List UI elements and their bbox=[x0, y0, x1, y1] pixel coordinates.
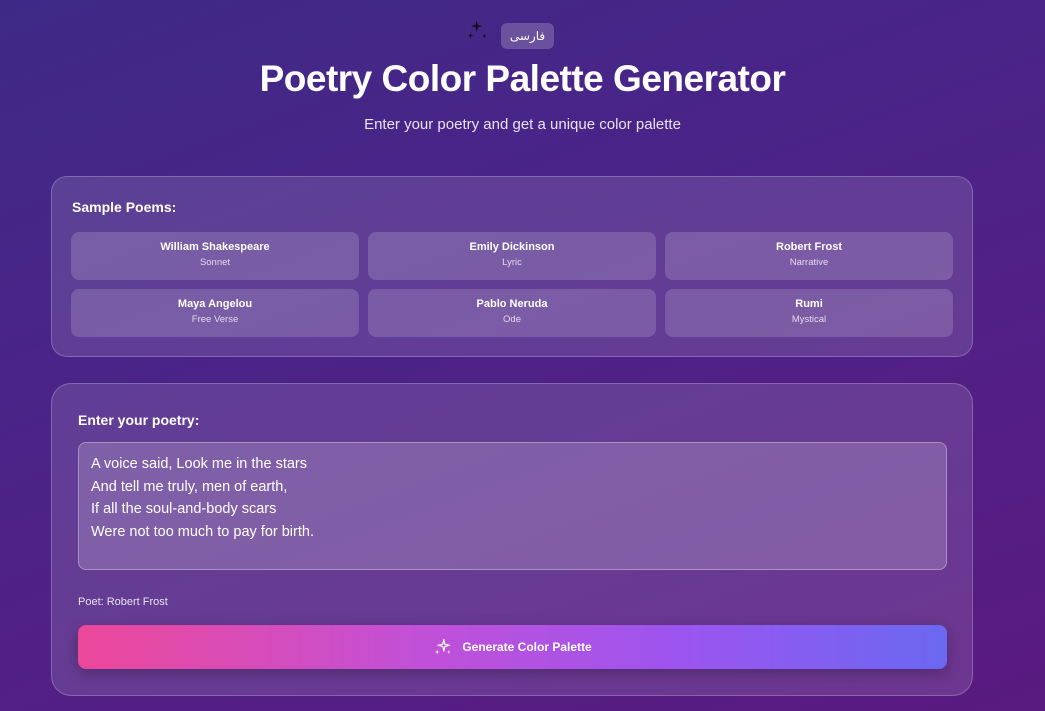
sample-poem-poet: Rumi bbox=[795, 298, 823, 310]
sample-poem-poet: Emily Dickinson bbox=[469, 241, 555, 253]
sample-poem-button[interactable]: Pablo Neruda Ode bbox=[368, 289, 656, 337]
sample-poem-poet: Maya Angelou bbox=[177, 298, 253, 310]
sample-poem-poet: Robert Frost bbox=[776, 241, 842, 253]
sparkles-icon bbox=[467, 20, 487, 39]
sample-poem-type: Sonnet bbox=[199, 257, 231, 268]
sample-poem-type: Free Verse bbox=[191, 314, 239, 325]
sample-poem-poet: William Shakespeare bbox=[160, 241, 270, 253]
page-title: Poetry Color Palette Generator bbox=[259, 58, 786, 99]
language-toggle-button[interactable]: فارسی bbox=[501, 23, 554, 49]
page-subtitle: Enter your poetry and get a unique color… bbox=[364, 116, 681, 133]
poet-label: Poet: bbox=[78, 596, 104, 608]
sparkles-icon bbox=[434, 638, 452, 655]
poetry-input-card: Enter your poetry: A voice said, Look me… bbox=[51, 383, 973, 696]
sample-poem-type: Mystical bbox=[791, 314, 827, 325]
sample-poem-button[interactable]: Emily Dickinson Lyric bbox=[368, 232, 656, 280]
sample-poem-type: Lyric bbox=[502, 257, 522, 268]
sample-poems-grid: William Shakespeare Sonnet Emily Dickins… bbox=[71, 232, 953, 337]
sample-poem-button[interactable]: Rumi Mystical bbox=[665, 289, 953, 337]
generate-button-label: Generate Color Palette bbox=[462, 640, 592, 654]
poet-attribution: Poet: Robert Frost bbox=[78, 596, 168, 608]
poetry-input-label: Enter your poetry: bbox=[78, 412, 200, 428]
sample-poem-type: Ode bbox=[503, 314, 521, 325]
sample-poem-button[interactable]: William Shakespeare Sonnet bbox=[71, 232, 359, 280]
sample-poem-poet: Pablo Neruda bbox=[476, 298, 548, 310]
sample-poem-button[interactable]: Maya Angelou Free Verse bbox=[71, 289, 359, 337]
poet-name: Robert Frost bbox=[106, 596, 168, 608]
generate-palette-button[interactable]: Generate Color Palette bbox=[78, 625, 947, 669]
sample-poems-card: Sample Poems: William Shakespeare Sonnet… bbox=[51, 176, 973, 357]
sample-poems-heading: Sample Poems: bbox=[72, 199, 177, 215]
sample-poem-type: Narrative bbox=[789, 257, 829, 268]
poetry-textarea[interactable]: A voice said, Look me in the stars And t… bbox=[78, 442, 947, 570]
sample-poem-button[interactable]: Robert Frost Narrative bbox=[665, 232, 953, 280]
